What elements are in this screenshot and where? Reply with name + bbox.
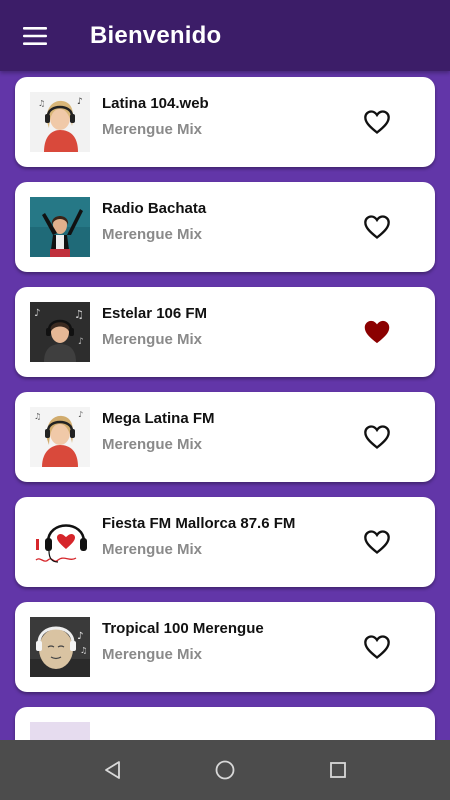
favorite-button[interactable]	[360, 212, 394, 242]
station-name: Radio Bachata	[102, 200, 207, 217]
svg-text:♪: ♪	[78, 410, 83, 419]
system-nav-bar	[0, 740, 450, 800]
station-card[interactable]	[15, 707, 435, 740]
heart-outline-icon	[364, 635, 390, 659]
heart-outline-icon	[364, 530, 390, 554]
favorite-button[interactable]	[360, 632, 394, 662]
station-thumbnail: ♪ ♫ ♪	[30, 302, 90, 362]
station-card[interactable]: Radio Bachata Merengue Mix	[15, 182, 435, 272]
station-genre: Merengue Mix	[102, 646, 203, 663]
station-name: Fiesta FM Mallorca 87.6 FM	[102, 515, 296, 532]
back-triangle-icon	[105, 761, 120, 779]
station-genre: Merengue Mix	[102, 436, 203, 453]
station-name: Latina 104.web	[102, 95, 209, 112]
app-bar: Bienvenido	[0, 0, 450, 71]
back-button[interactable]	[101, 758, 125, 782]
svg-text:♫: ♫	[34, 412, 41, 421]
station-list[interactable]: ♪ ♫ Latina 104.web Merengue Mix Radio Ba…	[0, 71, 450, 740]
station-name: Mega Latina FM	[102, 410, 215, 427]
station-card[interactable]: Fiesta FM Mallorca 87.6 FM Merengue Mix	[15, 497, 435, 587]
recents-button[interactable]	[326, 758, 350, 782]
heart-outline-icon	[364, 215, 390, 239]
home-button[interactable]	[213, 758, 237, 782]
svg-text:♫: ♫	[74, 308, 84, 321]
station-card[interactable]: ♪ ♫ Tropical 100 Merengue Merengue Mix	[15, 602, 435, 692]
station-card[interactable]: ♪ ♫ Latina 104.web Merengue Mix	[15, 77, 435, 167]
page-title: Bienvenido	[90, 21, 222, 49]
station-card[interactable]: ♪ ♫ ♪ Estelar 106 FM Merengue Mix	[15, 287, 435, 377]
station-card[interactable]: ♫ ♪ Mega Latina FM Merengue Mix	[15, 392, 435, 482]
station-genre: Merengue Mix	[102, 121, 203, 138]
station-thumbnail: ♫ ♪	[30, 407, 90, 467]
station-thumbnail	[30, 197, 90, 257]
menu-button[interactable]	[0, 0, 70, 71]
svg-text:♪: ♪	[77, 631, 83, 642]
station-thumbnail: ♪ ♫	[30, 92, 90, 152]
favorite-button[interactable]	[360, 422, 394, 452]
heart-outline-icon	[364, 110, 390, 134]
station-genre: Merengue Mix	[102, 226, 203, 243]
svg-text:♪: ♪	[34, 308, 40, 319]
recents-square-icon	[330, 762, 346, 778]
favorite-button[interactable]	[360, 317, 394, 347]
favorite-button[interactable]	[360, 527, 394, 557]
station-name: Tropical 100 Merengue	[102, 620, 264, 637]
station-genre: Merengue Mix	[102, 541, 203, 558]
svg-text:♪: ♪	[78, 337, 84, 347]
station-thumbnail	[30, 722, 90, 740]
favorite-button[interactable]	[360, 107, 394, 137]
station-name: Estelar 106 FM	[102, 305, 208, 322]
station-thumbnail: ♪ ♫	[30, 617, 90, 677]
station-genre: Merengue Mix	[102, 331, 203, 348]
svg-text:♫: ♫	[80, 646, 87, 655]
heart-filled-icon	[364, 320, 390, 344]
svg-text:♪: ♪	[77, 97, 83, 107]
hamburger-menu-icon	[23, 26, 47, 45]
home-circle-icon	[215, 760, 235, 780]
heart-outline-icon	[364, 425, 390, 449]
svg-text:♫: ♫	[38, 99, 45, 108]
station-thumbnail	[30, 512, 90, 572]
